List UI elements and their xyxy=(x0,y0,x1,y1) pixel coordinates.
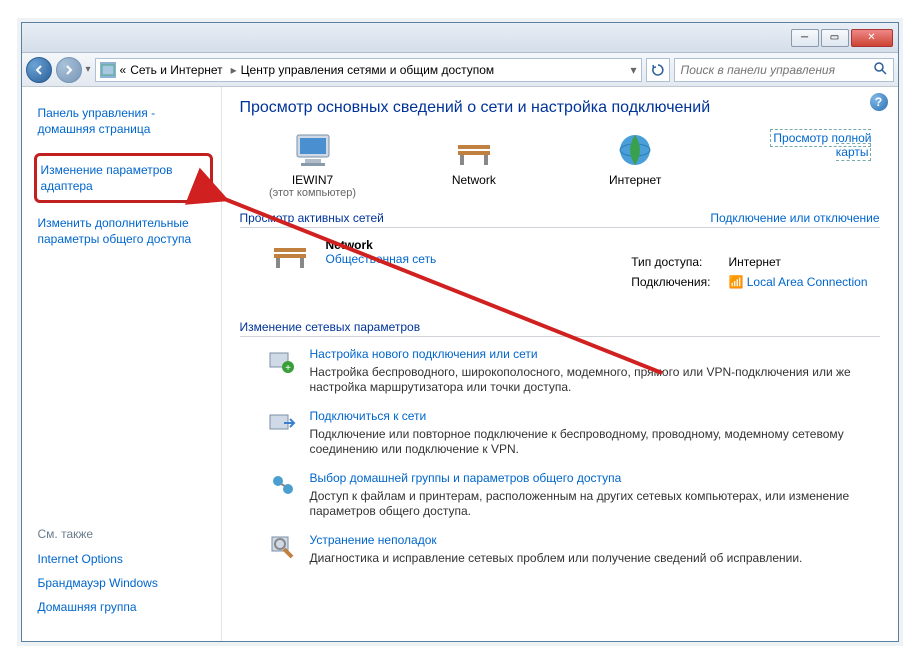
access-type-value: Интернет xyxy=(720,253,875,271)
breadcrumb-part2[interactable]: Центр управления сетями и общим доступом xyxy=(241,63,495,77)
map-network: Network xyxy=(409,131,539,187)
search-icon[interactable] xyxy=(873,61,887,78)
breadcrumb-part1[interactable]: Сеть и Интернет xyxy=(126,63,226,77)
svg-text:+: + xyxy=(285,363,291,374)
sidebar-link-homegroup[interactable]: Домашняя группа xyxy=(38,595,221,619)
change-settings-heading: Изменение сетевых параметров xyxy=(240,320,880,337)
full-map-link[interactable]: Просмотр полной карты xyxy=(770,129,871,161)
network-map: IEWIN7 (этот компьютер) Network Интернет xyxy=(240,131,880,199)
map-internet: Интернет xyxy=(570,131,700,187)
location-icon xyxy=(100,62,116,78)
task-homegroup: Выбор домашней группы и параметров общег… xyxy=(268,471,880,519)
body: Панель управления - домашняя страница Из… xyxy=(22,87,898,641)
sidebar: Панель управления - домашняя страница Из… xyxy=(22,87,222,641)
arrow-left-icon xyxy=(33,64,45,76)
access-type-label: Тип доступа: xyxy=(623,253,718,271)
recent-dropdown-icon[interactable]: ▾ xyxy=(86,64,91,75)
map-network-label: Network xyxy=(452,173,496,187)
search-input[interactable] xyxy=(681,63,873,77)
minimize-button[interactable]: ─ xyxy=(791,29,819,47)
task-desc: Диагностика и исправление сетевых пробле… xyxy=(310,551,803,566)
task-new-connection: + Настройка нового подключения или сети … xyxy=(268,347,880,395)
connect-disconnect-link[interactable]: Подключение или отключение xyxy=(710,211,879,225)
map-pc-label: IEWIN7 xyxy=(292,173,333,187)
task-connect: Подключиться к сети Подключение или повт… xyxy=(268,409,880,457)
toolbar: ▾ « Сеть и Интернет ▸ Центр управления с… xyxy=(22,53,898,87)
chevron-down-icon[interactable]: ▾ xyxy=(630,63,636,77)
connections-label: Подключения: xyxy=(623,273,718,291)
tasks-list: + Настройка нового подключения или сети … xyxy=(240,347,880,566)
close-button[interactable]: ✕ xyxy=(851,29,893,47)
new-connection-icon: + xyxy=(268,347,296,375)
task-troubleshoot: Устранение неполадок Диагностика и испра… xyxy=(268,533,880,566)
chevron-right-icon[interactable]: ▸ xyxy=(227,63,241,77)
signal-icon: 📶 xyxy=(728,275,743,289)
see-also-heading: См. также xyxy=(38,527,221,541)
connection-link[interactable]: Local Area Connection xyxy=(747,275,868,289)
troubleshoot-icon xyxy=(268,533,296,561)
breadcrumb-prefix: « xyxy=(120,63,127,77)
refresh-icon xyxy=(651,63,665,77)
computer-icon xyxy=(291,131,335,169)
active-networks-heading: Просмотр активных сетей Подключение или … xyxy=(240,211,880,228)
network-details-table: Тип доступа: Интернет Подключения: 📶 Loc… xyxy=(621,251,877,293)
sidebar-home-link[interactable]: Панель управления - домашняя страница xyxy=(38,101,221,141)
active-networks-label: Просмотр активных сетей xyxy=(240,211,384,225)
address-bar[interactable]: « Сеть и Интернет ▸ Центр управления сет… xyxy=(95,58,642,82)
network-bench-icon xyxy=(268,238,312,272)
task-link[interactable]: Настройка нового подключения или сети xyxy=(310,347,880,361)
help-icon[interactable]: ? xyxy=(870,93,888,111)
task-desc: Подключение или повторное подключение к … xyxy=(310,427,880,457)
search-box[interactable] xyxy=(674,58,894,82)
globe-icon xyxy=(613,131,657,169)
forward-button[interactable] xyxy=(56,57,82,83)
task-link[interactable]: Подключиться к сети xyxy=(310,409,880,423)
map-this-pc: IEWIN7 (этот компьютер) xyxy=(248,131,378,199)
back-button[interactable] xyxy=(26,57,52,83)
task-link[interactable]: Выбор домашней группы и параметров общег… xyxy=(310,471,880,485)
network-type-link[interactable]: Общественная сеть xyxy=(326,252,437,266)
task-link[interactable]: Устранение неполадок xyxy=(310,533,803,547)
arrow-right-icon xyxy=(63,64,75,76)
task-desc: Доступ к файлам и принтерам, расположенн… xyxy=(310,489,880,519)
sidebar-sharing-link[interactable]: Изменить дополнительные параметры общего… xyxy=(38,211,221,251)
connect-icon xyxy=(268,409,296,437)
page-title: Просмотр основных сведений о сети и наст… xyxy=(240,99,880,117)
window: ─ ▭ ✕ ▾ « Сеть и Интернет ▸ Центр управл… xyxy=(21,22,899,642)
maximize-button[interactable]: ▭ xyxy=(821,29,849,47)
change-settings-label: Изменение сетевых параметров xyxy=(240,320,421,334)
homegroup-icon xyxy=(268,471,296,499)
titlebar: ─ ▭ ✕ xyxy=(22,23,898,53)
sidebar-link-internet-options[interactable]: Internet Options xyxy=(38,547,221,571)
sidebar-adapter-link[interactable]: Изменение параметров адаптера xyxy=(34,153,213,203)
map-pc-sublabel: (этот компьютер) xyxy=(269,187,356,199)
sidebar-link-firewall[interactable]: Брандмауэр Windows xyxy=(38,571,221,595)
network-bench-icon xyxy=(452,131,496,169)
network-name: Network xyxy=(326,238,437,252)
refresh-button[interactable] xyxy=(646,58,670,82)
map-internet-label: Интернет xyxy=(609,173,661,187)
main-content: ? Просмотр основных сведений о сети и на… xyxy=(222,87,898,641)
task-desc: Настройка беспроводного, широкополосного… xyxy=(310,365,880,395)
